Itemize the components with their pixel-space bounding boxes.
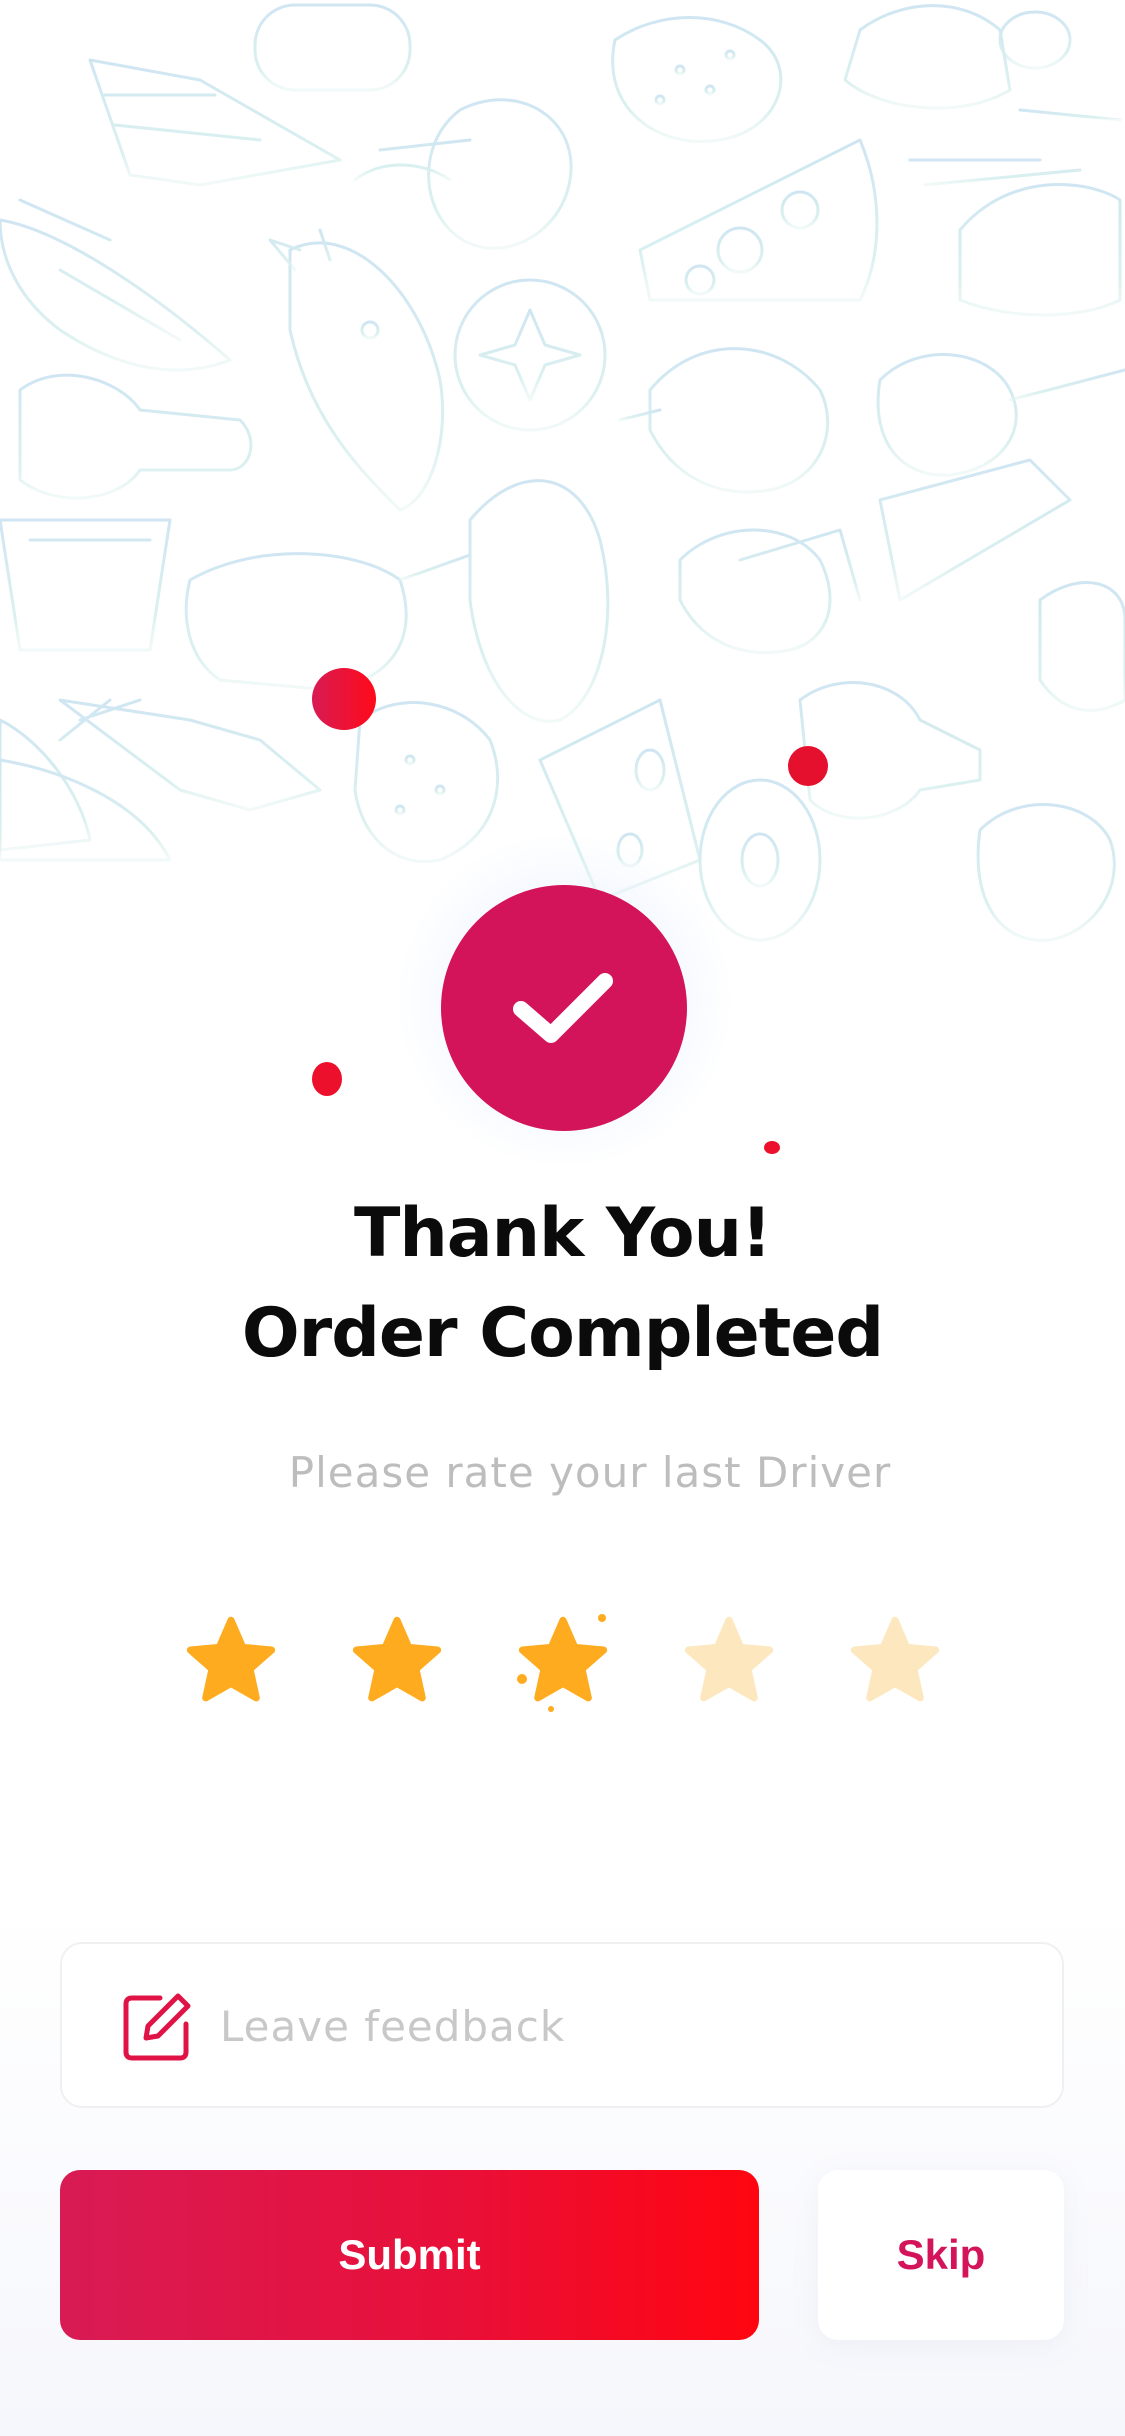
star-sparkle <box>538 1660 543 1665</box>
star-icon-1[interactable] <box>186 1615 276 1705</box>
star-sparkle <box>517 1674 527 1684</box>
edit-icon <box>123 1993 191 2061</box>
star-sparkle <box>594 1650 600 1656</box>
star-icon-4[interactable] <box>684 1615 774 1705</box>
confetti-dot <box>788 746 828 786</box>
rate-driver-prompt: Please rate your last Driver <box>288 1448 892 1497</box>
confetti-dot <box>312 1062 342 1096</box>
order-completed-screen: Thank You! Order Completed Please rate y… <box>0 0 1125 2436</box>
confetti-dot <box>312 668 376 730</box>
star-icon-5[interactable] <box>850 1615 940 1705</box>
order-completed-heading: Order Completed <box>241 1294 884 1373</box>
thank-you-heading: Thank You! <box>353 1194 772 1273</box>
star-sparkle <box>598 1614 606 1622</box>
confetti-dot <box>764 1141 780 1154</box>
star-sparkle <box>548 1706 554 1712</box>
star-icon-3[interactable] <box>518 1615 608 1705</box>
skip-button[interactable]: Skip <box>818 2170 1064 2340</box>
star-icon-2[interactable] <box>352 1615 442 1705</box>
feedback-input[interactable] <box>218 1944 1022 2108</box>
checkmark-icon <box>513 973 613 1043</box>
submit-button[interactable]: Submit <box>60 2170 759 2340</box>
success-badge <box>441 885 687 1131</box>
feedback-field[interactable] <box>60 1942 1064 2108</box>
